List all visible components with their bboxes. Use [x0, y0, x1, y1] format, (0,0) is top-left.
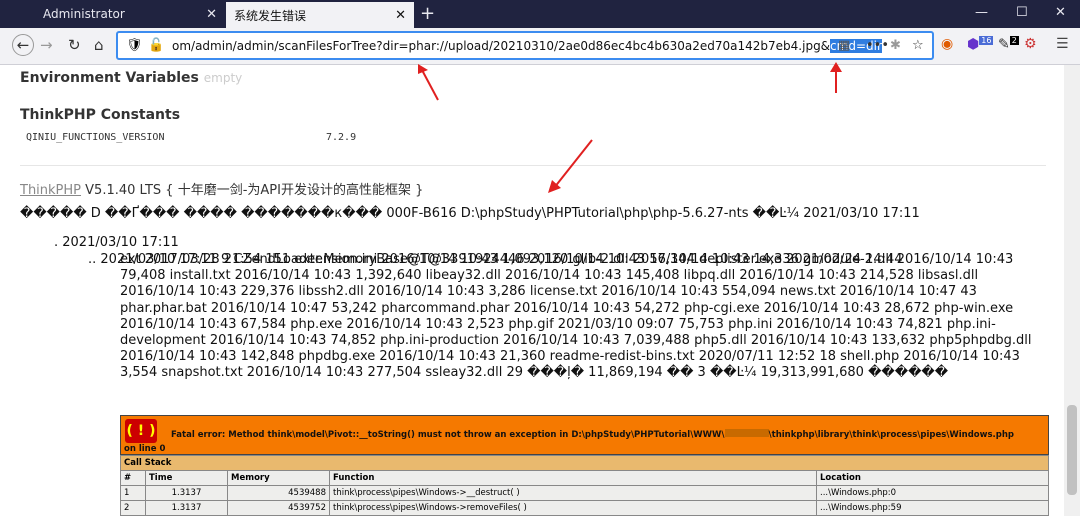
arrow-to-url [421, 69, 439, 101]
scrollbar[interactable] [1064, 65, 1080, 516]
arrow-to-output [553, 139, 593, 189]
scrollbar-thumb[interactable] [1067, 405, 1077, 495]
arrow-head [830, 62, 842, 72]
annotation-arrows [418, 62, 842, 193]
